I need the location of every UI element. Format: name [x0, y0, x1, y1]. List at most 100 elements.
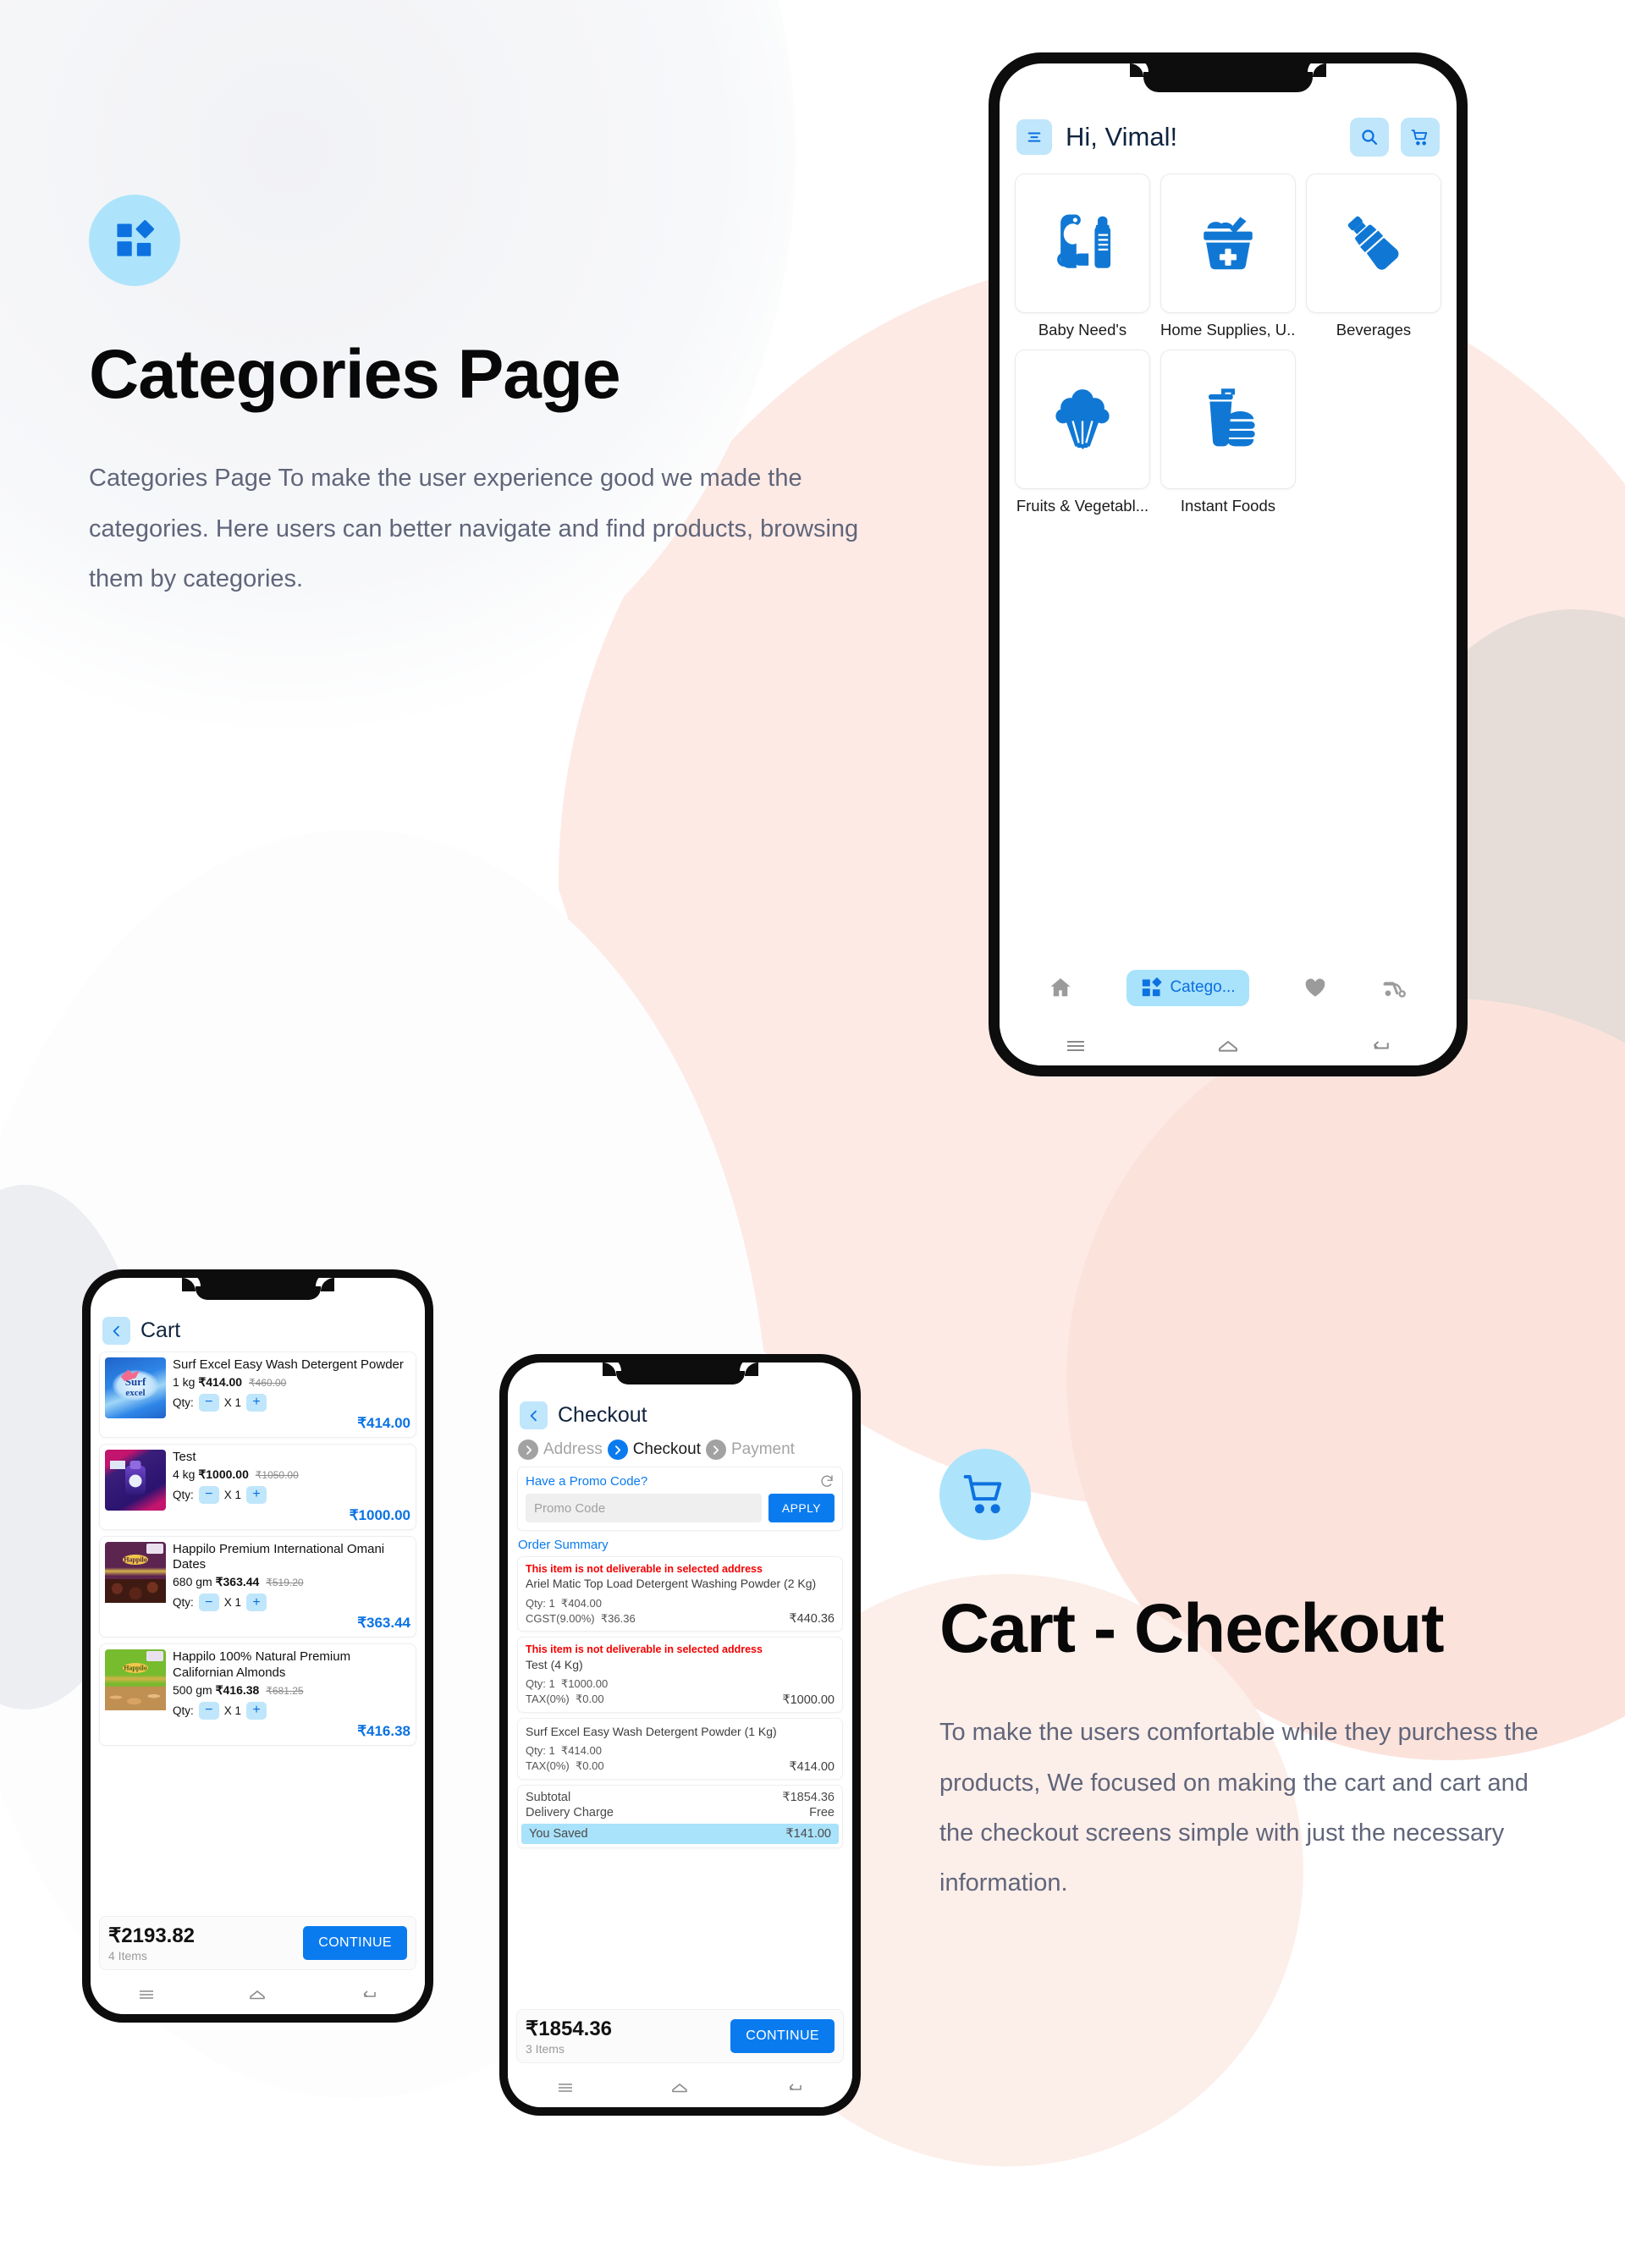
summary-tax-value: ₹36.36 — [600, 1611, 636, 1625]
summary-qty: Qty: 1 — [526, 1744, 555, 1758]
qty-increment-button[interactable]: + — [246, 1701, 267, 1720]
category-item-0[interactable]: Baby Need's — [1010, 168, 1155, 344]
continue-button[interactable]: CONTINUE — [303, 1926, 407, 1960]
subtotal-label: Subtotal — [526, 1790, 571, 1804]
qty-label: Qty: — [173, 1596, 194, 1609]
step-dot-checkout[interactable] — [607, 1440, 628, 1460]
step-dot-payment[interactable] — [705, 1440, 726, 1460]
quantity-stepper: Qty: − X 1 + — [173, 1485, 410, 1504]
qty-decrement-button[interactable]: − — [198, 1393, 219, 1412]
hamburger-menu-button[interactable] — [1016, 119, 1052, 155]
cart-item-row[interactable]: Test 4 kg ₹1000.00 ₹1050.00 Qty: − X 1 +… — [99, 1443, 416, 1530]
product-name: Happilo 100% Natural Premium Californian… — [173, 1649, 351, 1680]
menu-icon[interactable] — [136, 1984, 157, 2005]
cart-item-row[interactable]: Surf excel Surf Excel Easy Wash Detergen… — [99, 1351, 416, 1438]
category-item-3[interactable]: Fruits & Vegetabl... — [1010, 344, 1155, 520]
cart-item-row[interactable]: Happilo Happilo Premium International Om… — [99, 1535, 416, 1638]
summary-price-block: Qty: 1 ₹404.00 CGST(9.00%) ₹36.36 ₹440.3… — [526, 1596, 835, 1626]
summary-tax-label: TAX(0%) — [526, 1759, 570, 1772]
summary-line-total: ₹440.36 — [789, 1612, 835, 1627]
cart-checkout-title: Cart - Checkout — [939, 1590, 1445, 1667]
product-strike-price: ₹681.25 — [266, 1684, 304, 1697]
cart-item-row[interactable]: Happilo Happilo 100% Natural Premium Cal… — [99, 1643, 416, 1746]
search-button[interactable] — [1350, 118, 1389, 157]
bottom-nav-categories[interactable]: Catego... — [1126, 969, 1249, 1006]
cart-button[interactable] — [1401, 118, 1440, 157]
qty-decrement-button[interactable]: − — [198, 1485, 219, 1504]
back-icon[interactable] — [359, 1984, 379, 2005]
qty-increment-button[interactable]: + — [246, 1594, 267, 1611]
burger-drink-icon — [1208, 388, 1255, 446]
home-outline-icon[interactable] — [669, 2078, 690, 2098]
cart-checkout-badge — [939, 1449, 1031, 1540]
phone-notch — [602, 1362, 758, 1384]
back-button[interactable] — [102, 1317, 130, 1345]
delivery-warning: This item is not deliverable in selected… — [526, 1643, 763, 1656]
cart-item-list: Surf excel Surf Excel Easy Wash Detergen… — [91, 1351, 425, 1746]
apply-promo-button[interactable]: APPLY — [768, 1494, 835, 1522]
category-card[interactable] — [1160, 173, 1296, 313]
summary-line-total: ₹414.00 — [789, 1759, 835, 1774]
qty-increment-button[interactable]: + — [246, 1393, 267, 1412]
qty-increment-button[interactable]: + — [246, 1485, 267, 1504]
you-saved-label: You Saved — [529, 1826, 588, 1841]
product-name: Happilo Premium International Omani Date… — [173, 1541, 385, 1572]
category-item-1[interactable]: Home Supplies, U... — [1155, 168, 1301, 344]
back-icon[interactable] — [785, 2078, 805, 2098]
summary-product-name: Test (4 Kg) — [526, 1657, 583, 1671]
category-card[interactable] — [1160, 350, 1296, 489]
order-totals-card: Subtotal ₹1854.36 Delivery Charge Free Y… — [517, 1784, 843, 1848]
menu-icon[interactable] — [555, 2078, 576, 2098]
qty-label: Qty: — [173, 1488, 194, 1501]
product-name: Surf Excel Easy Wash Detergent Powder — [173, 1357, 404, 1372]
bottom-nav-orders[interactable] — [1381, 974, 1408, 1001]
category-card[interactable] — [1015, 173, 1150, 313]
product-price-row: 4 kg ₹1000.00 ₹1050.00 — [173, 1467, 410, 1482]
line-total: ₹416.38 — [357, 1722, 410, 1739]
back-icon[interactable] — [1368, 1033, 1393, 1059]
android-system-nav — [91, 1975, 425, 2014]
step-label-address[interactable]: Address — [543, 1440, 603, 1459]
summary-tax-row: CGST(9.00%) ₹36.36 — [526, 1611, 636, 1627]
summary-tax-label: CGST(9.00%) — [526, 1611, 595, 1625]
qty-decrement-button[interactable]: − — [198, 1594, 219, 1611]
product-weight: 4 kg — [173, 1467, 196, 1481]
bottom-nav-favourites[interactable] — [1303, 975, 1328, 1000]
cart-total: ₹2193.82 — [108, 1924, 196, 1947]
home-outline-icon[interactable] — [247, 1984, 267, 2005]
promo-code-card: Have a Promo Code? Promo Code APPLY — [517, 1467, 843, 1531]
product-weight: 680 gm — [173, 1575, 212, 1588]
android-system-nav — [1000, 1027, 1457, 1065]
category-card[interactable] — [1305, 173, 1441, 313]
category-item-4[interactable]: Instant Foods — [1155, 344, 1301, 520]
qty-decrement-button[interactable]: − — [198, 1701, 219, 1720]
summary-qty-price: Qty: 1 ₹414.00 — [526, 1743, 604, 1759]
continue-button[interactable]: CONTINUE — [730, 2019, 835, 2053]
delivery-label: Delivery Charge — [526, 1805, 614, 1819]
category-card[interactable] — [1015, 350, 1150, 489]
delivery-warning: This item is not deliverable in selected… — [526, 1563, 763, 1575]
cart-item-info: Test 4 kg ₹1000.00 ₹1050.00 Qty: − X 1 +… — [173, 1450, 410, 1524]
back-button[interactable] — [520, 1401, 548, 1429]
refresh-icon[interactable] — [819, 1473, 835, 1489]
phone-mockup-checkout: Checkout Address Checkout Payment Have a… — [499, 1354, 861, 2116]
menu-icon[interactable] — [1063, 1033, 1088, 1059]
qty-value: X 1 — [223, 1704, 242, 1717]
promo-code-input[interactable]: Promo Code — [526, 1494, 762, 1522]
greeting-text: Hi, Vimal! — [1066, 122, 1178, 151]
step-label-payment[interactable]: Payment — [731, 1440, 795, 1459]
bottom-nav-home[interactable] — [1048, 975, 1073, 1000]
subtotal-value: ₹1854.36 — [782, 1790, 835, 1804]
checkout-total: ₹1854.36 — [526, 2018, 613, 2040]
checkout-footer: ₹1854.36 3 Items CONTINUE — [516, 2009, 844, 2063]
home-outline-icon[interactable] — [1215, 1033, 1241, 1059]
checkout-screen: Checkout Address Checkout Payment Have a… — [508, 1362, 852, 2107]
category-item-2[interactable]: Beverages — [1301, 168, 1446, 344]
checkout-item-count: 3 Items — [526, 2042, 565, 2056]
summary-qty: Qty: 1 — [526, 1677, 555, 1691]
summary-tax-value: ₹0.00 — [576, 1759, 604, 1772]
chevron-left-icon — [113, 1325, 119, 1336]
cart-screen: Cart Surf excel Surf Excel Easy Wash Det… — [91, 1278, 425, 2014]
step-dot-address[interactable] — [518, 1440, 538, 1460]
step-label-checkout[interactable]: Checkout — [633, 1440, 701, 1459]
